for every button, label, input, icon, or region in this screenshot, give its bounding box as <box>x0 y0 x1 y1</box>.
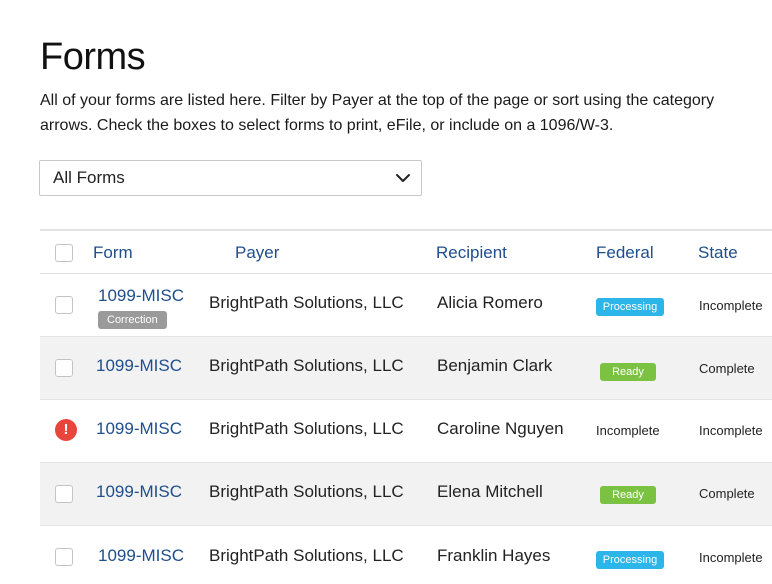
form-column-header[interactable]: Form <box>93 243 133 263</box>
row-checkbox[interactable] <box>55 359 73 377</box>
table-row: 1099-MISC Correction BrightPath Solution… <box>40 274 772 337</box>
federal-status-badge: Ready <box>600 363 656 381</box>
recipient-column-header[interactable]: Recipient <box>436 243 507 263</box>
state-status: Incomplete <box>699 550 763 565</box>
payer-cell: BrightPath Solutions, LLC <box>209 419 404 438</box>
state-status: Complete <box>699 361 755 376</box>
state-status: Incomplete <box>699 298 763 313</box>
payer-cell: BrightPath Solutions, LLC <box>209 293 404 312</box>
recipient-cell: Elena Mitchell <box>437 482 543 501</box>
form-link[interactable]: 1099-MISC <box>96 419 182 439</box>
row-checkbox[interactable] <box>55 548 73 566</box>
recipient-cell: Franklin Hayes <box>437 546 551 565</box>
chevron-down-icon <box>396 174 410 182</box>
row-checkbox[interactable] <box>55 296 73 314</box>
form-filter-select[interactable]: All Forms <box>39 160 422 196</box>
page-description: All of your forms are listed here. Filte… <box>40 92 715 134</box>
federal-status: Incomplete <box>596 423 660 438</box>
federal-status-badge: Processing <box>596 298 664 316</box>
federal-status-badge: Processing <box>596 551 664 569</box>
payer-column-header[interactable]: Payer <box>235 243 279 263</box>
page-title: Forms <box>40 36 146 78</box>
error-icon[interactable]: ! <box>55 419 77 441</box>
form-link[interactable]: 1099-MISC <box>96 356 182 376</box>
form-link[interactable]: 1099-MISC <box>96 482 182 502</box>
recipient-cell: Benjamin Clark <box>437 356 553 375</box>
table-row: 1099-MISC BrightPath Solutions, LLC Elen… <box>40 463 772 526</box>
federal-status-badge: Ready <box>600 486 656 504</box>
table-row: ! 1099-MISC BrightPath Solutions, LLC Ca… <box>40 400 772 463</box>
form-filter-value: All Forms <box>53 168 125 187</box>
federal-column-header[interactable]: Federal <box>596 243 654 263</box>
state-status: Incomplete <box>699 423 763 438</box>
payer-cell: BrightPath Solutions, LLC <box>209 546 404 565</box>
correction-badge: Correction <box>98 311 167 329</box>
recipient-cell: Caroline Nguyen <box>437 419 564 438</box>
payer-cell: BrightPath Solutions, LLC <box>209 356 404 375</box>
state-column-header[interactable]: State <box>698 243 738 263</box>
table-header: Form Payer Recipient Federal State <box>40 229 772 274</box>
form-link[interactable]: 1099-MISC <box>98 546 184 566</box>
table-row: 1099-MISC BrightPath Solutions, LLC Fran… <box>40 526 772 584</box>
payer-cell: BrightPath Solutions, LLC <box>209 482 404 501</box>
form-link[interactable]: 1099-MISC <box>98 286 184 306</box>
forms-table: Form Payer Recipient Federal State 1099-… <box>40 229 772 584</box>
recipient-cell: Alicia Romero <box>437 293 543 312</box>
select-all-checkbox[interactable] <box>55 244 73 262</box>
table-row: 1099-MISC BrightPath Solutions, LLC Benj… <box>40 337 772 400</box>
state-status: Complete <box>699 486 755 501</box>
row-checkbox[interactable] <box>55 485 73 503</box>
